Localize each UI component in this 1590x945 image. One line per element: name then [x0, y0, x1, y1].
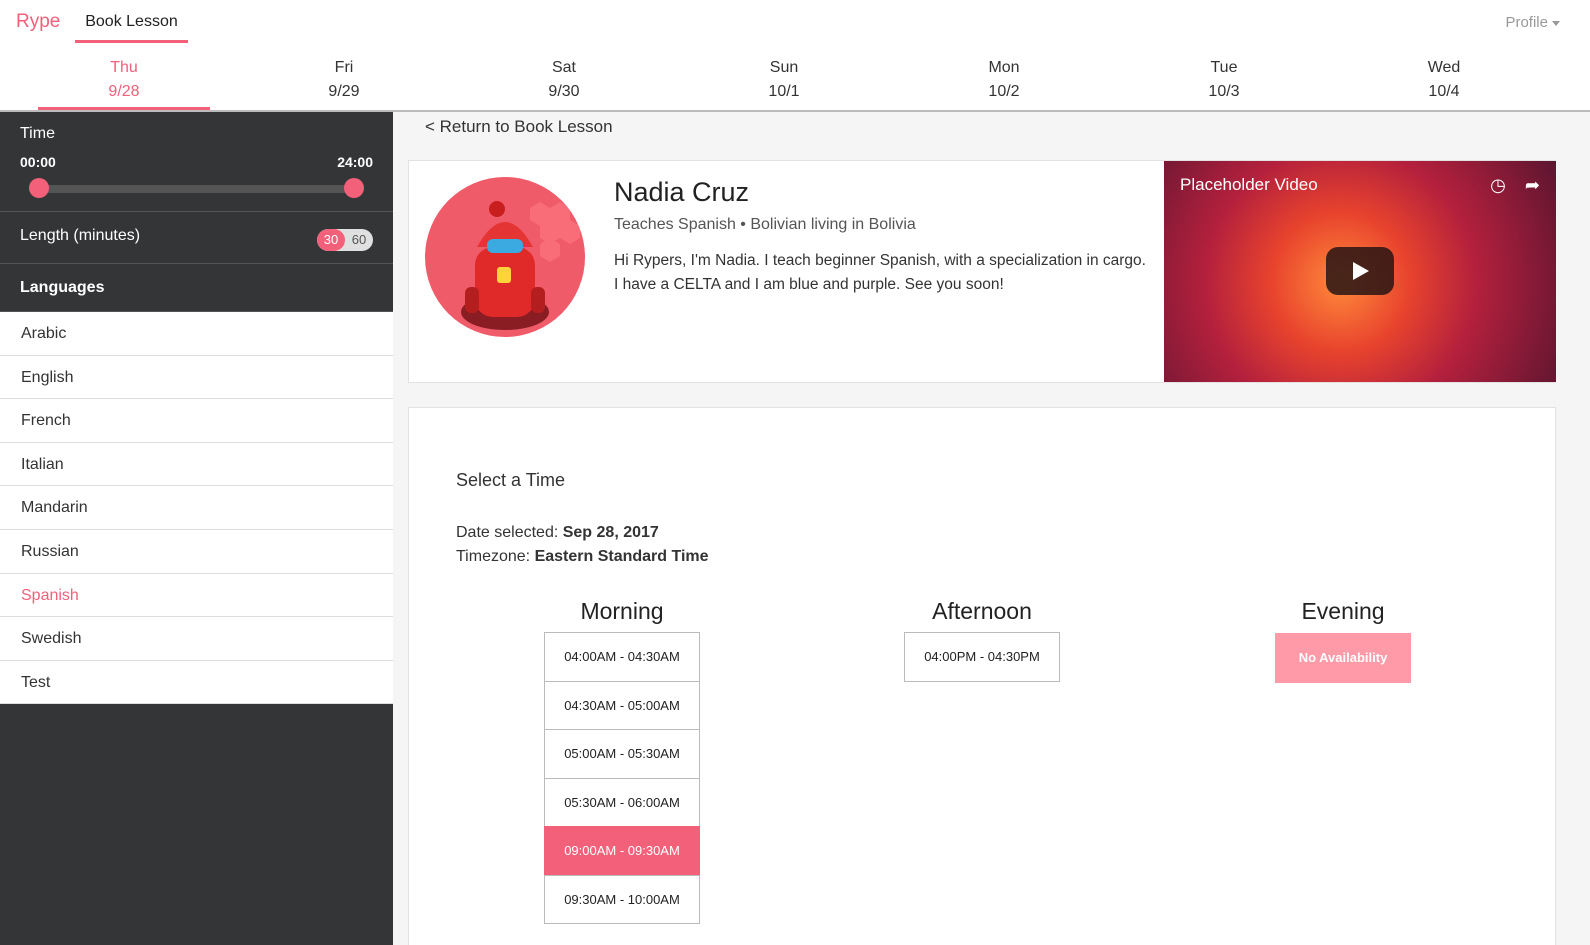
- time-slot[interactable]: 04:00AM - 04:30AM: [544, 632, 700, 682]
- profile-dropdown[interactable]: Profile: [1505, 14, 1560, 31]
- length-toggle[interactable]: 30 60: [317, 229, 373, 251]
- time-filter: Time 00:00 24:00: [0, 112, 393, 212]
- return-link[interactable]: < Return to Book Lesson: [425, 117, 613, 137]
- schedule-card: Select a Time Date selected: Sep 28, 201…: [408, 407, 1556, 945]
- language-item-arabic[interactable]: Arabic: [0, 312, 393, 356]
- day-date: 9/28: [108, 83, 140, 100]
- share-icon[interactable]: ➦: [1525, 175, 1540, 195]
- top-navbar: Rype Book Lesson Profile: [0, 0, 1590, 44]
- time-slot[interactable]: 04:30AM - 05:00AM: [544, 680, 700, 730]
- filter-sidebar: Time 00:00 24:00 Length (minutes) 30 60 …: [0, 112, 393, 945]
- language-item-russian[interactable]: Russian: [0, 530, 393, 574]
- time-slot[interactable]: 09:30AM - 10:00AM: [544, 874, 700, 924]
- date-value: Sep 28, 2017: [562, 524, 659, 541]
- chevron-down-icon: [1552, 20, 1560, 26]
- time-slot[interactable]: 05:30AM - 06:00AM: [544, 777, 700, 827]
- length-filter-label: Length (minutes): [20, 227, 141, 244]
- time-range-start-handle[interactable]: [29, 178, 49, 198]
- day-selector: Thu 9/28 Fri 9/29 Sat 9/30 Sun 10/1 Mon 10/2 Tue 10…: [0, 44, 1590, 112]
- tutor-avatar: [425, 177, 585, 337]
- timezone-label: Timezone:: [456, 548, 531, 565]
- day-tab-mon[interactable]: Mon 10/2: [918, 56, 1090, 110]
- evening-title: Evening: [1301, 598, 1385, 624]
- language-item-test[interactable]: Test: [0, 661, 393, 705]
- day-name: Mon: [988, 59, 1020, 76]
- afternoon-column: Afternoon 04:00PM - 04:30PM: [904, 598, 1060, 682]
- time-min-value: 00:00: [20, 154, 56, 170]
- language-item-swedish[interactable]: Swedish: [0, 617, 393, 661]
- languages-header: Languages: [0, 264, 393, 312]
- afternoon-title: Afternoon: [932, 598, 1032, 624]
- no-availability-badge: No Availability: [1275, 633, 1411, 683]
- language-item-mandarin[interactable]: Mandarin: [0, 486, 393, 530]
- tab-book-lesson[interactable]: Book Lesson: [75, 13, 188, 43]
- day-tab-sat[interactable]: Sat 9/30: [478, 56, 650, 110]
- time-slot[interactable]: 05:00AM - 05:30AM: [544, 729, 700, 779]
- tutor-card: Nadia Cruz Teaches Spanish • Bolivian li…: [408, 160, 1556, 383]
- tutor-meta: Teaches Spanish • Bolivian living in Bol…: [614, 216, 916, 233]
- morning-title: Morning: [580, 598, 664, 624]
- day-date: 9/29: [328, 83, 360, 100]
- languages-label: Languages: [20, 279, 105, 296]
- language-item-french[interactable]: French: [0, 399, 393, 443]
- profile-label: Profile: [1505, 14, 1548, 31]
- day-name: Tue: [1210, 59, 1238, 76]
- language-item-italian[interactable]: Italian: [0, 443, 393, 487]
- day-tab-fri[interactable]: Fri 9/29: [258, 56, 430, 110]
- play-icon[interactable]: [1326, 247, 1394, 295]
- length-option-60[interactable]: 60: [345, 229, 373, 251]
- time-range-end-handle[interactable]: [344, 178, 364, 198]
- day-date: 10/3: [1208, 83, 1240, 100]
- language-list: Arabic English French Italian Mandarin Russia…: [0, 312, 393, 705]
- timezone-value: Eastern Standard Time: [534, 548, 709, 565]
- tutor-bio: Hi Rypers, I'm Nadia. I teach beginner S…: [614, 252, 1146, 293]
- language-item-spanish[interactable]: Spanish: [0, 574, 393, 618]
- date-label: Date selected:: [456, 524, 559, 541]
- tutor-name: Nadia Cruz: [614, 177, 750, 207]
- day-tab-wed[interactable]: Wed 10/4: [1358, 56, 1530, 110]
- date-selected-line: Date selected: Sep 28, 2017: [456, 524, 659, 542]
- time-slot[interactable]: 04:00PM - 04:30PM: [904, 632, 1060, 682]
- time-slot[interactable]: 09:00AM - 09:30AM: [544, 826, 700, 876]
- day-name: Wed: [1427, 59, 1461, 76]
- day-tab-sun[interactable]: Sun 10/1: [698, 56, 870, 110]
- day-date: 10/4: [1428, 83, 1460, 100]
- tutor-video[interactable]: Placeholder Video ◷ ➦: [1164, 161, 1556, 382]
- time-filter-label: Time: [20, 125, 55, 142]
- length-filter: Length (minutes) 30 60: [0, 212, 393, 264]
- evening-column: Evening No Availability: [1265, 598, 1421, 683]
- length-option-30[interactable]: 30: [317, 229, 345, 251]
- day-date: 10/2: [988, 83, 1020, 100]
- timezone-line: Timezone: Eastern Standard Time: [456, 548, 709, 566]
- robot-avatar-image: [461, 201, 580, 330]
- time-max-value: 24:00: [337, 154, 373, 170]
- select-time-heading: Select a Time: [456, 470, 566, 490]
- brand-logo[interactable]: Rype: [16, 11, 60, 33]
- day-name: Sat: [551, 59, 576, 76]
- day-date: 10/1: [768, 83, 800, 100]
- day-name: Thu: [110, 59, 138, 76]
- morning-column: Morning 04:00AM - 04:30AM 04:30AM - 05:00…: [544, 598, 700, 924]
- day-name: Fri: [334, 59, 354, 76]
- video-title: Placeholder Video: [1180, 175, 1318, 194]
- time-range-track[interactable]: [38, 185, 355, 193]
- day-tab-tue[interactable]: Tue 10/3: [1138, 56, 1310, 110]
- day-name: Sun: [769, 59, 799, 76]
- day-tab-thu[interactable]: Thu 9/28: [38, 56, 210, 110]
- day-date: 9/30: [548, 83, 580, 100]
- watch-later-icon[interactable]: ◷: [1490, 175, 1506, 195]
- language-item-english[interactable]: English: [0, 356, 393, 400]
